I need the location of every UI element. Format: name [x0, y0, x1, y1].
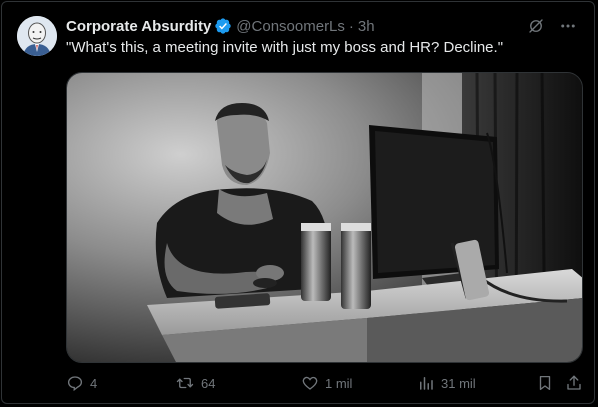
repost-icon: [175, 374, 195, 392]
author-name[interactable]: Corporate Absurdity: [66, 18, 211, 35]
share-button[interactable]: [565, 374, 583, 392]
views-button[interactable]: 31 mil: [417, 374, 476, 392]
views-count: 31 mil: [441, 375, 476, 391]
like-button[interactable]: 1 mil: [301, 374, 352, 392]
share-icon: [565, 374, 583, 392]
like-icon: [301, 374, 319, 392]
bookmark-icon: [536, 374, 554, 392]
timestamp[interactable]: 3h: [358, 18, 375, 35]
top-actions: [527, 17, 577, 40]
more-icon[interactable]: [559, 17, 577, 40]
grok-icon[interactable]: [527, 17, 545, 40]
repost-count: 64: [201, 375, 216, 391]
tweet-text: "What's this, a meeting invite with just…: [66, 39, 504, 56]
tweet-card: Corporate Absurdity @ConsoomerLs · 3h "W…: [1, 1, 595, 404]
avatar[interactable]: [17, 16, 57, 56]
reply-count: 4: [90, 375, 98, 391]
action-bar: 4 64 1 mil 31 mil: [66, 374, 586, 396]
reply-icon: [66, 374, 84, 392]
tweet-photo[interactable]: [66, 72, 583, 363]
repost-button[interactable]: 64: [175, 374, 215, 392]
separator-dot: ·: [348, 17, 354, 35]
verified-badge-icon: [214, 17, 232, 35]
reply-button[interactable]: 4: [66, 374, 97, 392]
like-count: 1 mil: [325, 375, 353, 391]
author-handle[interactable]: @ConsoomerLs: [236, 18, 345, 35]
tweet-header: Corporate Absurdity @ConsoomerLs · 3h: [66, 16, 375, 36]
bookmark-button[interactable]: [536, 374, 554, 392]
views-icon: [417, 374, 435, 392]
